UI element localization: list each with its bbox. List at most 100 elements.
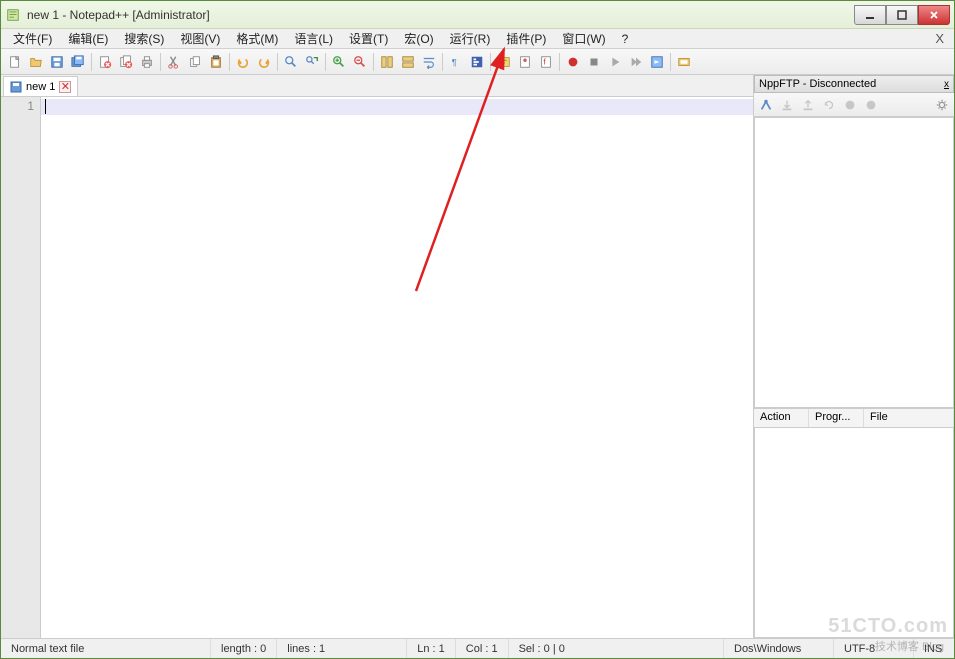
show-all-chars-icon[interactable]: ¶	[446, 52, 466, 72]
ftp-col-action[interactable]: Action	[754, 409, 809, 427]
svg-text:¶: ¶	[452, 57, 457, 68]
ftp-col-file[interactable]: File	[864, 409, 954, 427]
menubar-close-icon[interactable]: X	[929, 31, 950, 46]
show-ftp-icon[interactable]	[674, 52, 694, 72]
stop-macro-icon[interactable]	[584, 52, 604, 72]
menu-run[interactable]: 运行(R)	[442, 28, 499, 49]
menu-edit[interactable]: 编辑(E)	[60, 28, 116, 49]
toolbar-separator	[373, 53, 374, 71]
file-icon	[10, 81, 22, 93]
minimize-button[interactable]	[854, 5, 886, 25]
status-encoding: UTF-8	[834, 639, 914, 658]
ftp-settings-icon[interactable]	[932, 95, 952, 115]
sync-h-icon[interactable]	[398, 52, 418, 72]
save-macro-icon[interactable]	[647, 52, 667, 72]
print-icon[interactable]	[137, 52, 157, 72]
function-list-icon[interactable]: f	[536, 52, 556, 72]
current-line-highlight	[41, 99, 753, 115]
find-icon[interactable]	[281, 52, 301, 72]
save-icon[interactable]	[47, 52, 67, 72]
status-col: Col : 1	[456, 639, 509, 658]
toolbar-separator	[229, 53, 230, 71]
menu-view[interactable]: 视图(V)	[172, 28, 228, 49]
statusbar: Normal text file length : 0 lines : 1 Ln…	[1, 638, 954, 658]
replace-icon[interactable]	[302, 52, 322, 72]
toolbar-separator	[670, 53, 671, 71]
status-mode: INS	[914, 639, 954, 658]
ftp-messages-pane: Action Progr... File	[754, 408, 954, 638]
open-file-icon[interactable]	[26, 52, 46, 72]
zoom-in-icon[interactable]	[329, 52, 349, 72]
nppftp-titlebar: NppFTP - Disconnected x	[754, 75, 954, 93]
ftp-refresh-icon	[819, 95, 839, 115]
paste-icon[interactable]	[206, 52, 226, 72]
record-macro-icon[interactable]	[563, 52, 583, 72]
menu-language[interactable]: 语言(L)	[286, 28, 341, 49]
save-all-icon[interactable]	[68, 52, 88, 72]
ftp-messages-header: Action Progr... File	[754, 408, 954, 428]
editor-text-area[interactable]	[41, 97, 753, 638]
sync-v-icon[interactable]	[377, 52, 397, 72]
toolbar-separator	[277, 53, 278, 71]
menu-search[interactable]: 搜索(S)	[116, 28, 172, 49]
doc-map-icon[interactable]	[515, 52, 535, 72]
toolbar-separator	[160, 53, 161, 71]
nppftp-title: NppFTP - Disconnected	[759, 78, 876, 90]
toolbar-separator	[325, 53, 326, 71]
menu-help[interactable]: ?	[614, 30, 637, 48]
redo-icon[interactable]	[254, 52, 274, 72]
menu-macro[interactable]: 宏(O)	[396, 28, 441, 49]
editor-pane: new 1 ✕ 1	[1, 75, 754, 638]
menu-window[interactable]: 窗口(W)	[554, 28, 613, 49]
cut-icon[interactable]	[164, 52, 184, 72]
status-sel: Sel : 0 | 0	[509, 639, 724, 658]
nppftp-panel: NppFTP - Disconnected x Action Progr... …	[754, 75, 954, 638]
window-titlebar: new 1 - Notepad++ [Administrator]	[1, 1, 954, 29]
toolbar-separator	[442, 53, 443, 71]
toolbar-separator	[490, 53, 491, 71]
nppftp-close-icon[interactable]: x	[944, 79, 949, 90]
undo-icon[interactable]	[233, 52, 253, 72]
tab-close-icon[interactable]: ✕	[59, 81, 71, 93]
copy-icon[interactable]	[185, 52, 205, 72]
ftp-tree-view[interactable]	[754, 117, 954, 408]
status-ln: Ln : 1	[407, 639, 456, 658]
ftp-col-progress[interactable]: Progr...	[809, 409, 864, 427]
new-file-icon[interactable]	[5, 52, 25, 72]
menu-settings[interactable]: 设置(T)	[341, 28, 396, 49]
nppftp-toolbar	[754, 93, 954, 117]
editor-tabs: new 1 ✕	[1, 75, 753, 97]
zoom-out-icon[interactable]	[350, 52, 370, 72]
menu-plugins[interactable]: 插件(P)	[498, 28, 554, 49]
status-length: length : 0	[211, 639, 277, 658]
wrap-icon[interactable]	[419, 52, 439, 72]
maximize-button[interactable]	[886, 5, 918, 25]
text-caret	[45, 99, 46, 114]
close-button[interactable]	[918, 5, 950, 25]
tab-label: new 1	[26, 81, 55, 93]
toolbar-separator	[559, 53, 560, 71]
user-lang-icon[interactable]	[494, 52, 514, 72]
line-number: 1	[1, 99, 34, 113]
menu-file[interactable]: 文件(F)	[5, 28, 60, 49]
editor-tab[interactable]: new 1 ✕	[3, 76, 78, 96]
ftp-upload-icon	[798, 95, 818, 115]
indent-guide-icon[interactable]	[467, 52, 487, 72]
ftp-connect-icon[interactable]	[756, 95, 776, 115]
toolbar-separator	[91, 53, 92, 71]
play-multi-icon[interactable]	[626, 52, 646, 72]
toolbar: ¶ f	[1, 49, 954, 75]
content-area: new 1 ✕ 1 NppFTP - Disconnected x	[1, 75, 954, 638]
menu-format[interactable]: 格式(M)	[228, 28, 286, 49]
ftp-abort-icon	[840, 95, 860, 115]
ftp-messages-list[interactable]	[754, 428, 954, 638]
window-title: new 1 - Notepad++ [Administrator]	[27, 8, 854, 22]
ftp-download-icon	[777, 95, 797, 115]
close-file-icon[interactable]	[95, 52, 115, 72]
close-all-icon[interactable]	[116, 52, 136, 72]
app-icon	[5, 7, 21, 23]
window-controls	[854, 5, 950, 25]
play-macro-icon[interactable]	[605, 52, 625, 72]
ftp-messages-icon	[861, 95, 881, 115]
status-eol: Dos\Windows	[724, 639, 834, 658]
